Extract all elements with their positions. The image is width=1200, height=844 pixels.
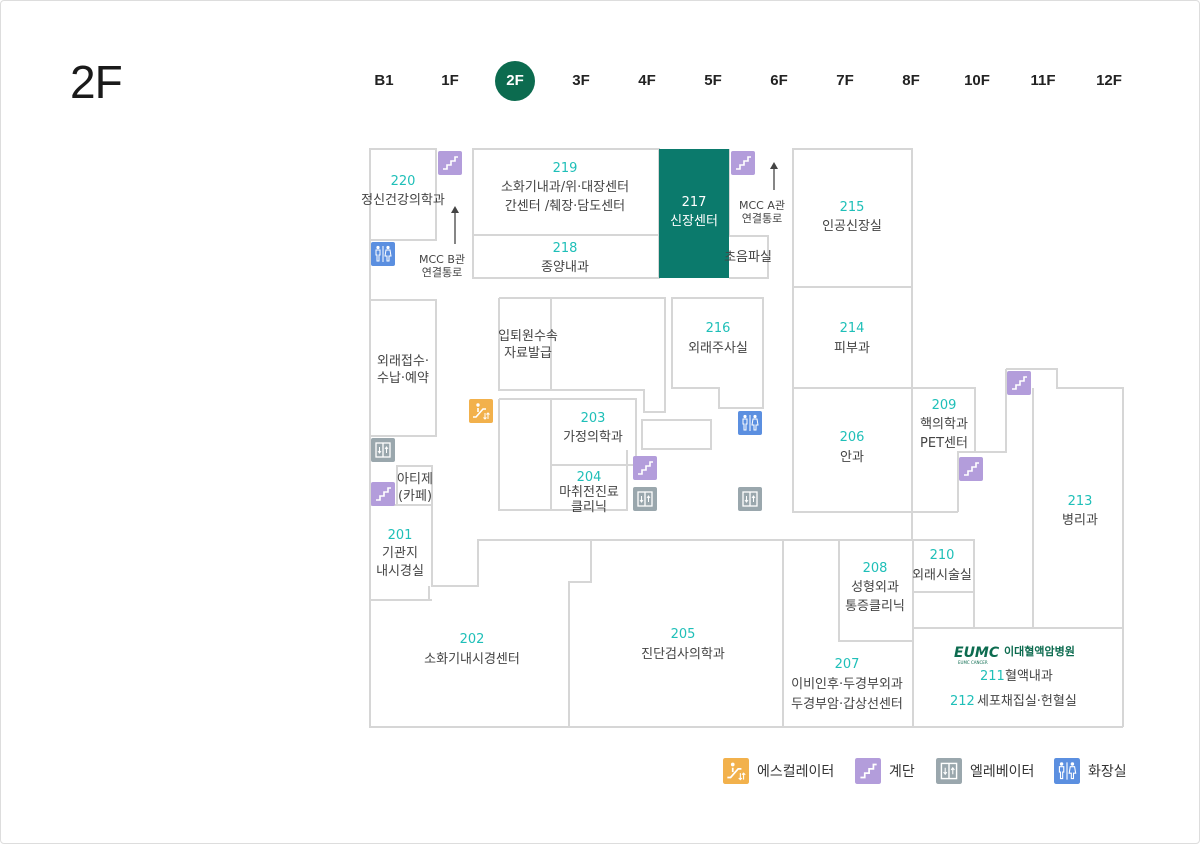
logo-mark: EUMC <box>954 645 1000 661</box>
logo-text: 이대혈액암병원 <box>1004 644 1075 658</box>
stairs-icon <box>633 456 657 480</box>
room-202-number: 202 <box>460 632 485 647</box>
room-209-number: 209 <box>932 398 957 413</box>
legend-restroom: 화장실 <box>1054 758 1127 784</box>
room-206-name: 안과 <box>840 450 864 465</box>
room-211-number: 211 <box>980 669 1005 684</box>
room-217-number: 217 <box>682 195 707 210</box>
room-216-number: 216 <box>706 321 731 336</box>
eumc-logo: EUMC EUMC CANCER 이대혈액암병원 <box>954 644 1075 665</box>
elevator-icon <box>738 487 762 511</box>
stairs-icon <box>371 482 395 506</box>
room-205-number: 205 <box>671 627 696 642</box>
mcc-b-passage-line2: 연결통로 <box>422 266 462 279</box>
room-201-name-line1: 기관지 <box>382 546 418 561</box>
room-204-name-line2: 클리닉 <box>571 500 607 515</box>
room-204-number: 204 <box>577 470 602 485</box>
cafe-line1: 아티제 <box>397 472 433 487</box>
stairs-icon <box>731 151 755 175</box>
admission-line1: 입퇴원수속 <box>498 329 558 344</box>
mcc-a-passage-line1: MCC A관 <box>739 199 785 212</box>
room-207-name-line1: 이비인후·두경부외과 <box>791 677 903 692</box>
floor-map: 220 정신건강의학과 219 소화기내과/위·대장센터 간센터 /췌장·담도센… <box>361 148 1124 728</box>
mcc-a-passage-line2: 연결통로 <box>742 212 782 225</box>
room-212-name: 세포채집실·헌혈실 <box>977 694 1077 709</box>
room-219-name-line1: 소화기내과/위·대장센터 <box>501 180 629 195</box>
stairs-icon <box>959 457 983 481</box>
room-209-name-line1: 핵의학과 <box>920 417 968 432</box>
room-203-name: 가정의학과 <box>563 430 623 445</box>
room-211-name: 혈액내과 <box>1005 669 1053 684</box>
legend-elevator: 엘레베이터 <box>936 758 1034 784</box>
room-208-name-line1: 성형외과 <box>851 580 899 595</box>
escalator-icon <box>723 758 749 784</box>
room-220-number: 220 <box>391 174 416 189</box>
room-218-number: 218 <box>553 241 578 256</box>
restroom-icon <box>1054 758 1080 784</box>
room-213-number: 213 <box>1068 494 1093 509</box>
reception-line1: 외래접수· <box>377 354 429 369</box>
legend-elevator-label: 엘레베이터 <box>970 764 1035 780</box>
room-216-name: 외래주사실 <box>688 341 748 356</box>
cafe-line2: (카페) <box>398 489 432 504</box>
room-210-number: 210 <box>930 548 955 563</box>
escalator-icon <box>469 399 493 423</box>
stairs-icon <box>1007 371 1031 395</box>
room-206-number: 206 <box>840 430 865 445</box>
room-207-number: 207 <box>835 657 860 672</box>
room-209-name-line2: PET센터 <box>920 436 968 451</box>
room-214-number: 214 <box>840 321 865 336</box>
room-205-name: 진단검사의학과 <box>641 647 725 662</box>
room-210-name: 외래시술실 <box>912 568 972 583</box>
room-218-name: 종양내과 <box>541 260 589 275</box>
logo-sub: EUMC CANCER <box>958 660 988 665</box>
room-215-number: 215 <box>840 200 865 215</box>
mcc-b-passage-line1: MCC B관 <box>419 253 465 266</box>
room-203-number: 203 <box>581 411 606 426</box>
legend-escalator: 에스컬레이터 <box>723 758 834 784</box>
ultrasound-room: 초음파실 <box>724 250 772 265</box>
room-212-number: 212 <box>950 694 975 709</box>
legend-stairs-label: 계단 <box>889 764 915 780</box>
elevator-icon <box>371 438 395 462</box>
room-208-name-line2: 통증클리닉 <box>845 599 905 614</box>
stairs-icon <box>438 151 462 175</box>
room-204-name-line1: 마취전진료 <box>559 485 619 500</box>
stairs-icon <box>855 758 881 784</box>
room-217-name: 신장센터 <box>670 214 718 229</box>
elevator-icon <box>633 487 657 511</box>
room-213-name: 병리과 <box>1062 513 1098 528</box>
room-214-name: 피부과 <box>834 341 870 356</box>
room-207-name-line2: 두경부암·갑상선센터 <box>791 697 903 712</box>
room-219-number: 219 <box>553 161 578 176</box>
room-208-number: 208 <box>863 561 888 576</box>
reception-line2: 수납·예약 <box>377 371 429 386</box>
admission-line2: 자료발급 <box>504 346 552 361</box>
room-219-name-line2: 간센터 /췌장·담도센터 <box>505 199 625 214</box>
elevator-icon <box>936 758 962 784</box>
legend-restroom-label: 화장실 <box>1088 764 1127 780</box>
room-215-name: 인공신장실 <box>822 219 882 234</box>
restroom-icon <box>371 242 395 266</box>
restroom-icon <box>738 411 762 435</box>
legend-escalator-label: 에스컬레이터 <box>757 764 835 780</box>
legend-stairs: 계단 <box>855 758 915 784</box>
room-201-number: 201 <box>388 528 413 543</box>
room-202-name: 소화기내시경센터 <box>424 652 520 667</box>
room-201-name-line2: 내시경실 <box>376 564 424 579</box>
room-220-name: 정신건강의학과 <box>361 193 445 208</box>
